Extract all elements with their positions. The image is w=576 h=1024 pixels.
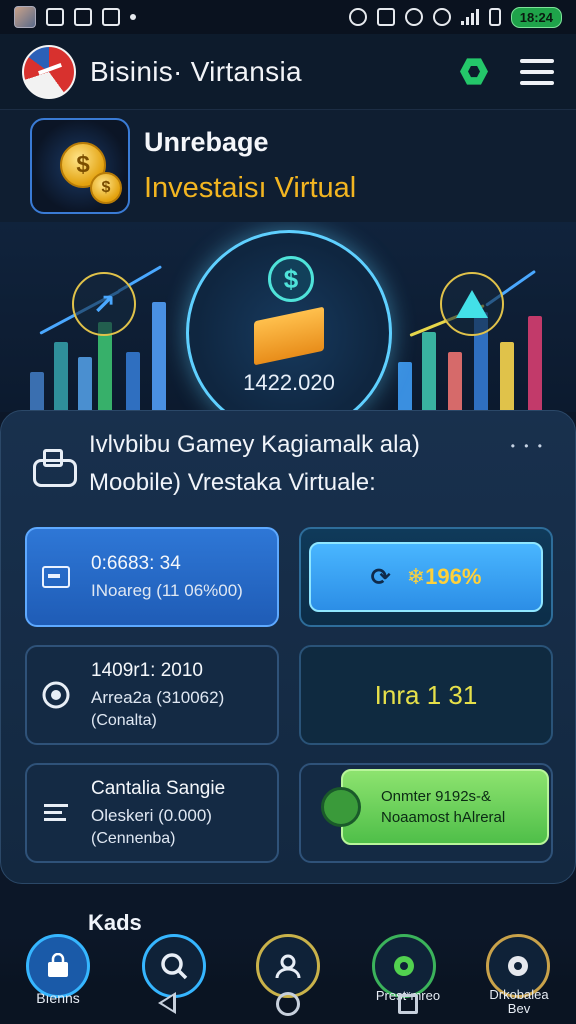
decor-bar [78,357,92,412]
action-tile: Onmter 9192s-& Noaamost hAlreral [299,763,553,863]
list-icon [41,798,71,828]
contact-avatar-icon [14,6,36,28]
profile-image[interactable]: $ $ [30,118,130,214]
profile-name: Unrebage [144,127,269,157]
category-title: Cantalia Sangie [91,778,226,799]
target-icon [41,680,71,710]
qr-icon [46,8,64,26]
stats-note: (Conalta) [91,712,157,729]
action-line1: Onmter 9192s-& [381,788,492,805]
stats-tile[interactable]: 1409r1: 2010 Arrea2a (310062) (Conalta) [25,645,279,745]
card-header-text: Ivlvbibu Gamey Kagiamalk ala) Moobile) V… [89,431,420,497]
signal-icon [460,9,479,25]
refresh-icon: ⟳ [370,563,391,591]
index-value: Inra 1 31 [374,679,478,710]
triangle-badge [440,272,504,336]
card-more-icon[interactable]: • • • [511,439,545,453]
user-icon [275,954,301,979]
coin-icon: $ [90,172,122,204]
profile-text: Unrebage Investaisı Virtual [144,127,356,205]
image-icon [102,8,120,26]
system-recents-icon[interactable] [398,994,418,1014]
decor-bar [500,342,514,412]
profile-section: $ $ Unrebage Investaisı Virtual [0,110,576,222]
balance-detail: INoareg (11 06%00) [91,581,243,600]
sync-icon [404,8,423,26]
action-line2: Noaamost hAlreral [381,809,506,826]
card-header: Ivlvbibu Gamey Kagiamalk ala) Moobile) V… [31,431,545,497]
notification-dot-icon [130,14,136,20]
percent-label: ❄196% [406,564,482,589]
dollar-icon: $ [268,256,314,302]
profile-subtitle: Investaisı Virtual [144,172,357,204]
decor-bar [422,332,436,412]
wifi-icon [432,8,451,26]
balance-value: 0:6683: 34 [91,553,181,574]
percent-tile: ⟳ ❄196% [299,527,553,627]
stats-value: 1409r1: 2010 [91,660,203,681]
index-tile[interactable]: Inra 1 31 [299,645,553,745]
system-back-icon[interactable] [158,992,176,1014]
category-note: (Cennenba) [91,830,176,847]
category-detail: Oleskeri (0.000) [91,806,212,825]
triangle-icon [456,290,488,318]
nav-label-bag: Bıenns [36,990,80,1006]
card-title: Ivlvbibu Gamey Kagiamalk ala) [89,431,420,458]
status-bar: 18:24 [0,0,576,34]
wallet-icon [41,562,71,592]
action-button[interactable]: Onmter 9192s-& Noaamost hAlreral [341,769,549,845]
category-tile[interactable]: Cantalia Sangie Oleskeri (0.000) (Cennen… [25,763,279,863]
battery-time-chip: 18:24 [510,6,562,28]
nav-bag-button[interactable] [26,934,90,998]
balance-tile-text: 0:6683: 34 INoareg (11 06%00) [91,553,243,601]
search-icon [161,953,188,980]
gallery-icon [74,8,92,26]
decor-bar [448,352,462,412]
cog-icon [508,956,528,976]
hero-value: 1422.020 [243,370,335,395]
growth-badge: ↗ [72,272,136,336]
hexagon-icon[interactable] [460,58,488,85]
system-home-icon[interactable] [276,992,300,1016]
nav-label-settings: Drkobalea Bev [489,987,549,1016]
stats-detail: Arrea2a (310062) [91,688,225,707]
decor-bar [152,302,166,412]
decor-bar [398,362,412,412]
mute-icon [376,8,395,26]
hero-banner: ↗ $ 1422.020 [0,222,576,412]
category-tile-text: Cantalia Sangie Oleskeri (0.000) (Cennen… [91,778,225,848]
bag-icon [48,953,68,977]
status-left [14,6,136,28]
gear-icon [394,956,414,976]
decor-bar [528,316,542,412]
section-label: Kads [88,910,142,935]
decor-bar [54,342,68,412]
stats-tile-text: 1409r1: 2010 Arrea2a (310062) (Conalta) [91,660,224,730]
main-card: Ivlvbibu Gamey Kagiamalk ala) Moobile) V… [0,410,576,884]
hamburger-menu-icon[interactable] [520,58,554,85]
arrow-up-icon: ↗ [92,288,116,320]
decor-bar [126,352,140,412]
app-logo [22,44,76,99]
balance-tile[interactable]: 0:6683: 34 INoareg (11 06%00) [25,527,279,627]
app-title: Bisinis· Virtansia [90,55,302,87]
decor-bar [30,372,44,412]
app-header: Bisinis· Virtansia [0,34,576,110]
gamepad-icon [31,449,77,489]
card-subtitle: Moobile) Vrestaka Virtuale: [89,469,376,496]
status-right: 18:24 [348,6,562,28]
clock-icon [321,787,361,827]
nav-search-button[interactable] [142,934,206,998]
alarm-icon [348,8,367,26]
percent-button[interactable]: ⟳ ❄196% [309,542,543,612]
nav-profile-button[interactable] [256,934,320,998]
battery-icon [488,8,501,26]
header-actions [460,58,554,86]
